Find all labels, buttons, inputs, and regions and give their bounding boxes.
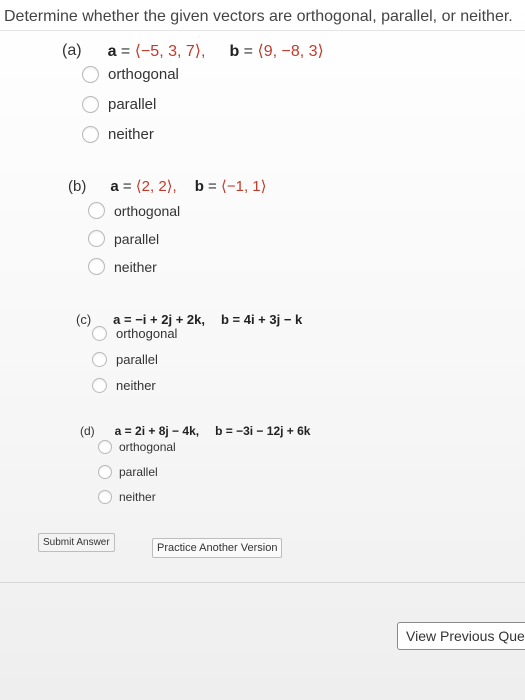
radio-button[interactable] <box>98 465 112 479</box>
part-c-label: (c) <box>76 311 92 327</box>
vector-b-value: ⟨−1, 1⟩ <box>220 178 267 195</box>
option-c-neither[interactable]: neither <box>92 378 156 393</box>
vector-b-expression: b = 4i + 3j − k <box>220 311 303 327</box>
option-a-neither[interactable]: neither <box>82 126 154 143</box>
radio-button[interactable] <box>98 440 112 454</box>
radio-button[interactable] <box>92 378 107 393</box>
part-a-equation: a = ⟨−5, 3, 7⟩, b = ⟨9, −8, 3⟩ <box>107 43 324 60</box>
part-d-equation: a = 2i + 8j − 4k, b = −3i − 12j + 6k <box>115 424 311 438</box>
radio-button[interactable] <box>92 326 107 341</box>
radio-button[interactable] <box>92 352 107 367</box>
option-c-parallel[interactable]: parallel <box>92 352 158 367</box>
option-d-neither[interactable]: neither <box>98 490 156 504</box>
vector-a-expression: a = −i + 2j + 2k, <box>113 311 205 327</box>
part-b-equation: a = ⟨2, 2⟩, b = ⟨−1, 1⟩ <box>110 178 267 195</box>
submit-answer-button[interactable]: Submit Answer <box>38 533 115 552</box>
radio-button[interactable] <box>82 96 99 113</box>
part-d-label: (d) <box>80 424 95 438</box>
part-a-label: (a) <box>62 42 82 59</box>
part-b: (b) a = ⟨2, 2⟩, b = ⟨−1, 1⟩ <box>68 175 266 197</box>
divider <box>0 582 525 583</box>
instruction-text: Determine whether the given vectors are … <box>4 8 513 25</box>
vector-a-value: ⟨2, 2⟩, <box>135 178 177 195</box>
radio-button[interactable] <box>88 258 105 275</box>
option-d-orthogonal[interactable]: orthogonal <box>98 440 176 454</box>
option-b-neither[interactable]: neither <box>88 258 157 275</box>
part-a: (a) a = ⟨−5, 3, 7⟩, b = ⟨9, −8, 3⟩ <box>62 40 324 62</box>
part-c-equation: a = −i + 2j + 2k, b = 4i + 3j − k <box>113 312 302 327</box>
vector-b-value: ⟨9, −8, 3⟩ <box>257 43 324 60</box>
practice-another-version-button[interactable]: Practice Another Version <box>152 538 283 558</box>
radio-button[interactable] <box>98 490 112 504</box>
vector-b-expression: b = −3i − 12j + 6k <box>215 424 311 438</box>
option-a-orthogonal[interactable]: orthogonal <box>82 66 179 83</box>
option-b-orthogonal[interactable]: orthogonal <box>88 202 180 219</box>
vector-a-expression: a = 2i + 8j − 4k, <box>114 424 200 438</box>
option-c-orthogonal[interactable]: orthogonal <box>92 326 177 341</box>
view-previous-question-button[interactable]: View Previous Question <box>397 622 525 650</box>
option-d-parallel[interactable]: parallel <box>98 465 158 479</box>
vector-a-value: ⟨−5, 3, 7⟩, <box>134 43 206 60</box>
radio-button[interactable] <box>88 202 105 219</box>
radio-button[interactable] <box>82 66 99 83</box>
option-b-parallel[interactable]: parallel <box>88 230 159 247</box>
instruction-bar: Determine whether the given vectors are … <box>0 0 525 31</box>
radio-button[interactable] <box>82 126 99 143</box>
option-a-parallel[interactable]: parallel <box>82 96 156 113</box>
part-b-label: (b) <box>68 177 87 195</box>
radio-button[interactable] <box>88 230 105 247</box>
part-d: (d) a = 2i + 8j − 4k, b = −3i − 12j + 6k <box>80 420 310 442</box>
